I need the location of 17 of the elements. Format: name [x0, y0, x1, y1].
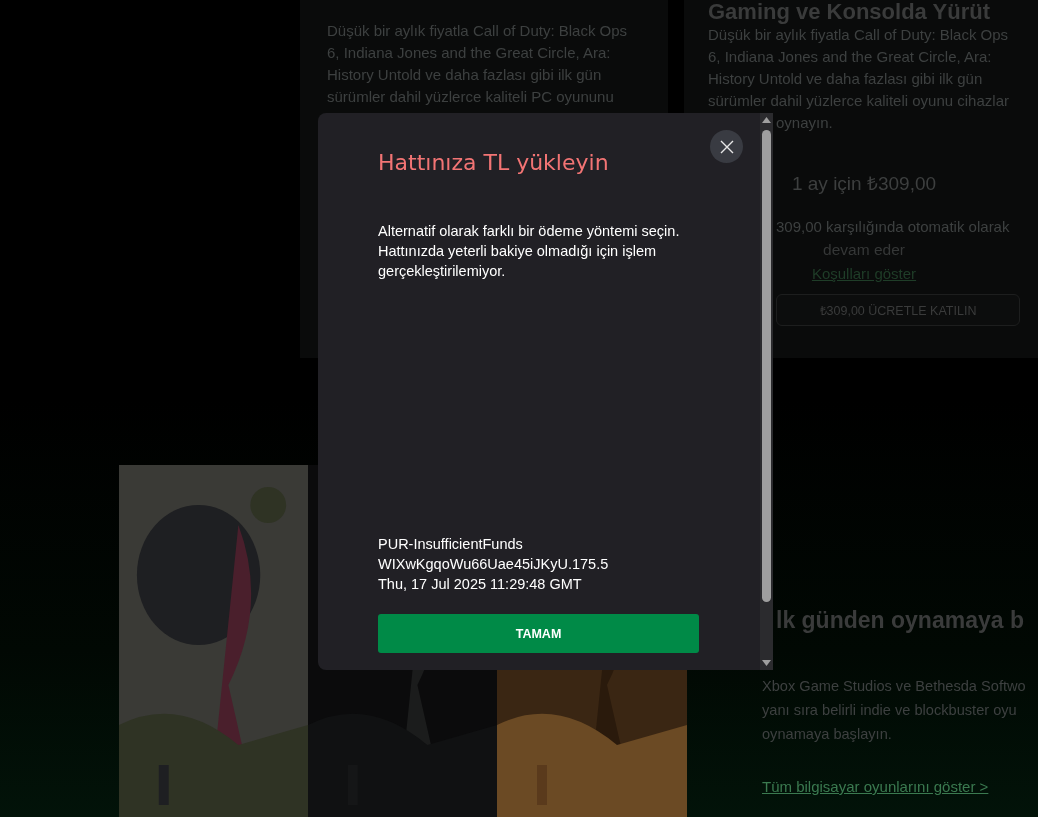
- error-detail: Thu, 17 Jul 2025 11:29:48 GMT: [378, 575, 583, 594]
- dialog-message: Alternatif olarak farklı bir ödeme yöntemi seçin. Hattınızda yeterli bakiye olmadığı için işlem gerçekleştirilemiyor.: [378, 222, 681, 281]
- scrollbar[interactable]: [760, 113, 773, 670]
- close-button[interactable]: [710, 130, 743, 163]
- scroll-up-icon[interactable]: [762, 117, 771, 123]
- promo-heading: lk günden oynamaya b: [775, 606, 1025, 634]
- all-games-link[interactable]: Tüm bilgisayar oyunlarını göster >: [762, 778, 1026, 795]
- error-detail: PUR-InsufficientFunds: [378, 535, 524, 554]
- error-detail: WIXwKgqoWu66Uae45iJKyU.175.5: [378, 555, 610, 574]
- scroll-down-icon[interactable]: [762, 660, 771, 666]
- promo-text: oynamaya başlayın.: [762, 725, 893, 744]
- ok-button[interactable]: TAMAM: [378, 614, 699, 653]
- scrollbar-thumb[interactable]: [762, 130, 771, 602]
- promo-text: Xbox Game Studios ve Bethesda Softwo: [762, 677, 1026, 696]
- close-icon: [719, 139, 734, 154]
- promo-text: yanı sıra belirli indie ve blockbuster oyu: [762, 701, 1018, 720]
- dialog-title: Hattınıza TL yükleyin: [378, 149, 610, 177]
